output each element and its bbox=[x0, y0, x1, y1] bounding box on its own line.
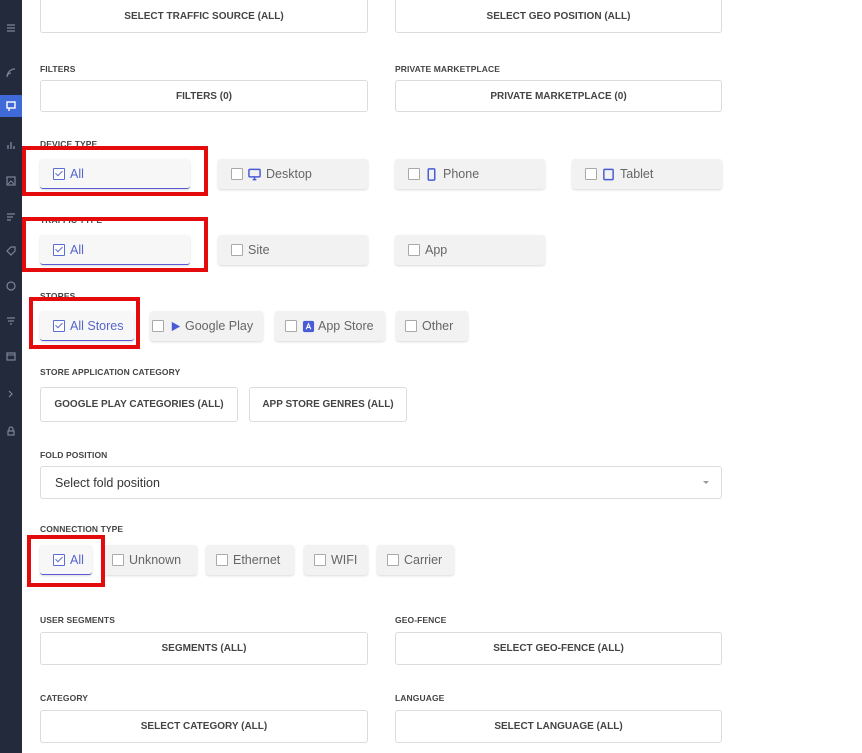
traffic-type-app-label: App bbox=[425, 243, 448, 257]
checkbox-checked[interactable] bbox=[53, 553, 65, 566]
checkbox[interactable] bbox=[231, 168, 243, 180]
campaign-icon[interactable] bbox=[0, 95, 22, 117]
stores-other-option[interactable]: Other bbox=[396, 311, 468, 341]
traffic-type-label: TRAFFIC TYPE bbox=[40, 215, 103, 225]
stores-google-play-label: Google Play bbox=[185, 319, 254, 333]
connection-type-wifi-label: WIFI bbox=[331, 553, 358, 567]
select-geo-position-button[interactable]: SELECT GEO POSITION (ALL) bbox=[395, 0, 722, 33]
segments-button[interactable]: SEGMENTS (ALL) bbox=[40, 632, 368, 665]
stores-other-label: Other bbox=[422, 319, 454, 333]
stores-label: STORES bbox=[40, 291, 76, 301]
connection-type-unknown-label: Unknown bbox=[129, 553, 182, 567]
desktop-icon bbox=[248, 168, 261, 180]
connection-type-carrier-option[interactable]: Carrier bbox=[377, 545, 454, 575]
checkbox[interactable] bbox=[585, 168, 597, 180]
stores-app-store-option[interactable]: App Store bbox=[275, 311, 385, 341]
device-type-desktop-label: Desktop bbox=[266, 167, 312, 181]
checkbox-checked[interactable] bbox=[53, 167, 65, 180]
select-language-button[interactable]: SELECT LANGUAGE (ALL) bbox=[395, 710, 722, 743]
fold-position-placeholder: Select fold position bbox=[55, 475, 160, 490]
category-label: CATEGORY bbox=[40, 693, 89, 703]
connection-type-ethernet-option[interactable]: Ethernet bbox=[206, 545, 294, 575]
list-icon[interactable] bbox=[0, 205, 22, 227]
store-application-category-label: STORE APPLICATION CATEGORY bbox=[40, 367, 181, 377]
stores-google-play-option[interactable]: Google Play bbox=[150, 311, 263, 341]
device-type-all-option[interactable]: All bbox=[40, 159, 190, 189]
checkbox-checked[interactable] bbox=[53, 319, 65, 332]
select-category-button[interactable]: SELECT CATEGORY (ALL) bbox=[40, 710, 368, 743]
stores-all-label: All Stores bbox=[70, 318, 124, 333]
stores-all-option[interactable]: All Stores bbox=[40, 311, 134, 341]
image-icon[interactable] bbox=[0, 170, 22, 192]
filters-label: FILTERS bbox=[40, 64, 76, 74]
google-play-icon bbox=[171, 321, 181, 331]
connection-type-unknown-option[interactable]: Unknown bbox=[104, 545, 197, 575]
device-type-phone-label: Phone bbox=[443, 167, 480, 181]
fold-position-select[interactable]: Select fold position bbox=[40, 466, 722, 499]
tag-icon[interactable] bbox=[0, 240, 22, 262]
chevron-down-icon bbox=[703, 481, 709, 484]
checkbox[interactable] bbox=[387, 554, 399, 566]
connection-type-ethernet-label: Ethernet bbox=[233, 553, 281, 567]
filter-icon[interactable] bbox=[0, 310, 22, 332]
connection-type-carrier-label: Carrier bbox=[404, 553, 443, 567]
private-marketplace-button[interactable]: PRIVATE MARKETPLACE (0) bbox=[395, 80, 722, 112]
checkbox[interactable] bbox=[216, 554, 228, 566]
checkbox[interactable] bbox=[405, 320, 417, 332]
lock-icon[interactable] bbox=[0, 420, 22, 442]
traffic-type-app-option[interactable]: App bbox=[395, 235, 545, 265]
device-type-label: DEVICE TYPE bbox=[40, 139, 98, 149]
checkbox[interactable] bbox=[285, 320, 297, 332]
stores-app-store-label: App Store bbox=[318, 319, 374, 333]
device-type-tablet-option[interactable]: Tablet bbox=[572, 159, 722, 189]
language-label: LANGUAGE bbox=[395, 693, 445, 703]
menu-icon[interactable] bbox=[0, 17, 22, 39]
signal-icon[interactable] bbox=[0, 62, 22, 84]
traffic-type-site-option[interactable]: Site bbox=[218, 235, 368, 265]
fold-position-label: FOLD POSITION bbox=[40, 450, 108, 460]
traffic-type-all-label: All bbox=[70, 242, 84, 257]
checkbox[interactable] bbox=[314, 554, 326, 566]
phone-icon bbox=[427, 167, 436, 181]
app-store-icon bbox=[302, 320, 315, 332]
connection-type-label: CONNECTION TYPE bbox=[40, 524, 124, 534]
device-type-all-label: All bbox=[70, 166, 84, 181]
app-store-genres-button[interactable]: APP STORE GENRES (ALL) bbox=[249, 387, 407, 422]
geo-fence-label: GEO-FENCE bbox=[395, 615, 447, 625]
traffic-type-all-option[interactable]: All bbox=[40, 235, 190, 265]
select-geo-fence-button[interactable]: SELECT GEO-FENCE (ALL) bbox=[395, 632, 722, 665]
checkbox[interactable] bbox=[408, 244, 420, 256]
checkbox[interactable] bbox=[152, 320, 164, 332]
checkbox[interactable] bbox=[408, 168, 420, 180]
help-icon[interactable] bbox=[0, 275, 22, 297]
connection-type-wifi-option[interactable]: WIFI bbox=[304, 545, 368, 575]
sidebar bbox=[0, 0, 22, 753]
tablet-icon bbox=[603, 168, 614, 180]
checkbox-checked[interactable] bbox=[53, 243, 65, 256]
checkbox[interactable] bbox=[112, 554, 124, 566]
select-traffic-source-button[interactable]: SELECT TRAFFIC SOURCE (ALL) bbox=[40, 0, 368, 33]
google-play-categories-button[interactable]: GOOGLE PLAY CATEGORIES (ALL) bbox=[40, 387, 238, 422]
device-type-desktop-option[interactable]: Desktop bbox=[218, 159, 368, 189]
device-type-tablet-label: Tablet bbox=[620, 167, 654, 181]
chevron-right-icon[interactable] bbox=[0, 383, 22, 405]
calendar-icon[interactable] bbox=[0, 345, 22, 367]
connection-type-all-label: All bbox=[70, 552, 84, 567]
bar-chart-icon[interactable] bbox=[0, 134, 22, 156]
filters-button[interactable]: FILTERS (0) bbox=[40, 80, 368, 112]
private-marketplace-label: PRIVATE MARKETPLACE bbox=[395, 64, 501, 74]
user-segments-label: USER SEGMENTS bbox=[40, 615, 115, 625]
traffic-type-site-label: Site bbox=[248, 243, 270, 257]
device-type-phone-option[interactable]: Phone bbox=[395, 159, 545, 189]
connection-type-all-option[interactable]: All bbox=[40, 545, 92, 575]
checkbox[interactable] bbox=[231, 244, 243, 256]
